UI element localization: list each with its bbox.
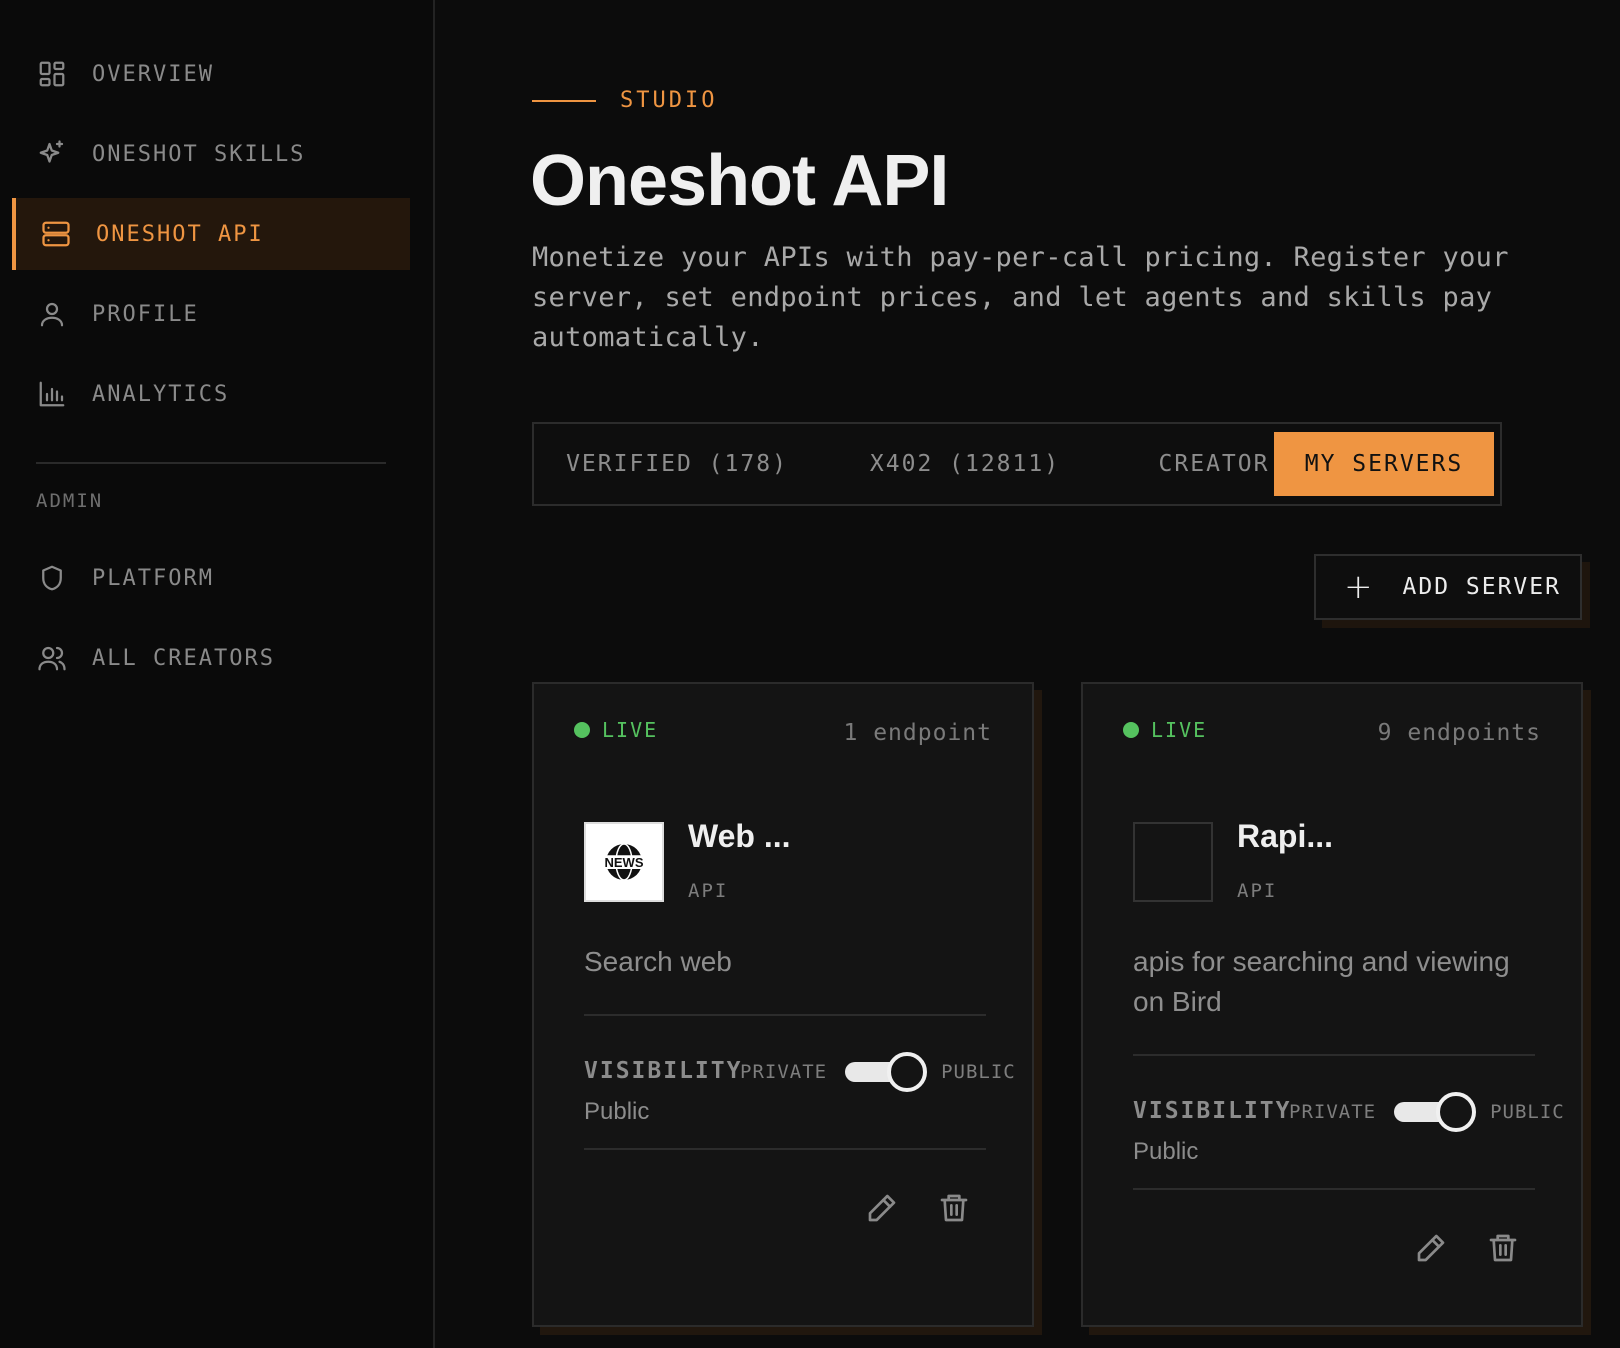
tab-x402[interactable]: X402 (12811) xyxy=(830,432,1100,496)
sidebar: OVERVIEW ONESHOT SKILLS ONESHOT API PROF… xyxy=(0,0,435,1348)
sidebar-item-oneshot-api[interactable]: ONESHOT API xyxy=(12,198,410,270)
sidebar-item-label: PROFILE xyxy=(92,301,199,327)
visibility-value: Public xyxy=(584,1098,650,1125)
add-server-button[interactable]: + ADD SERVER xyxy=(1314,554,1582,620)
plus-icon: + xyxy=(1344,567,1375,607)
edit-icon[interactable] xyxy=(864,1190,900,1226)
sidebar-item-overview[interactable]: OVERVIEW xyxy=(12,38,410,110)
card-divider xyxy=(584,1148,986,1150)
eyebrow-label: STUDIO xyxy=(620,88,718,113)
toggle-private-label: PRIVATE xyxy=(1289,1101,1377,1123)
sidebar-item-label: OVERVIEW xyxy=(92,61,214,87)
status-label: LIVE xyxy=(602,718,659,742)
server-card[interactable]: LIVE 9 endpoints Rapi... API apis for se… xyxy=(1081,682,1583,1327)
shield-icon xyxy=(36,562,68,594)
page-title: Oneshot API xyxy=(530,141,949,221)
server-type: API xyxy=(688,880,729,902)
tab-verified[interactable]: VERIFIED (178) xyxy=(542,432,812,496)
card-divider xyxy=(1133,1188,1535,1190)
server-logo-placeholder xyxy=(1133,822,1213,902)
live-dot-icon xyxy=(574,722,590,738)
sidebar-item-analytics[interactable]: ANALYTICS xyxy=(12,358,410,430)
server-name: Web ... xyxy=(688,818,791,854)
grid-icon xyxy=(36,58,68,90)
toggle-public-label: PUBLIC xyxy=(941,1061,1016,1083)
visibility-label: VISIBILITY xyxy=(584,1058,743,1084)
edit-icon[interactable] xyxy=(1413,1230,1449,1266)
server-type: API xyxy=(1237,880,1278,902)
sidebar-item-label: ANALYTICS xyxy=(92,381,230,407)
user-icon xyxy=(36,298,68,330)
toggle-private-label: PRIVATE xyxy=(740,1061,828,1083)
visibility-label: VISIBILITY xyxy=(1133,1098,1292,1124)
server-description: Search web xyxy=(584,946,732,977)
endpoint-count: 1 endpoint xyxy=(843,720,992,746)
endpoint-count: 9 endpoints xyxy=(1377,720,1541,746)
app-root: OVERVIEW ONESHOT SKILLS ONESHOT API PROF… xyxy=(0,0,1620,1348)
status-label: LIVE xyxy=(1151,718,1208,742)
card-divider xyxy=(1133,1054,1535,1056)
visibility-value: Public xyxy=(1133,1138,1199,1165)
live-dot-icon xyxy=(1123,722,1139,738)
svg-text:NEWS: NEWS xyxy=(605,855,644,870)
sidebar-item-all-creators[interactable]: ALL CREATORS xyxy=(12,622,410,694)
server-icon xyxy=(40,218,72,250)
admin-section-heading: ADMIN xyxy=(36,490,104,512)
sidebar-item-profile[interactable]: PROFILE xyxy=(12,278,410,350)
filter-tabs: VERIFIED (178) X402 (12811) CREATOR MY S… xyxy=(532,422,1502,506)
sidebar-item-oneshot-skills[interactable]: ONESHOT SKILLS xyxy=(12,118,410,190)
sidebar-item-platform[interactable]: PLATFORM xyxy=(12,542,410,614)
sidebar-divider xyxy=(36,462,386,464)
card-divider xyxy=(584,1014,986,1016)
sparkle-icon xyxy=(36,138,68,170)
status-badge: LIVE xyxy=(1123,718,1207,742)
bar-chart-icon xyxy=(36,378,68,410)
server-description: apis for searching and viewing on Bird xyxy=(1133,946,1510,1017)
sidebar-item-label: ONESHOT API xyxy=(96,221,264,247)
tab-my-servers[interactable]: MY SERVERS xyxy=(1274,432,1494,496)
add-server-label: ADD SERVER xyxy=(1402,574,1561,600)
visibility-toggle: PRIVATE PUBLIC xyxy=(1289,1092,1565,1132)
trash-icon[interactable] xyxy=(936,1190,972,1226)
visibility-toggle: PRIVATE PUBLIC xyxy=(740,1052,1016,1092)
toggle-public-label: PUBLIC xyxy=(1490,1101,1565,1123)
sidebar-item-label: PLATFORM xyxy=(92,565,214,591)
news-globe-logo-icon: NEWS xyxy=(600,843,648,881)
visibility-switch[interactable] xyxy=(845,1052,928,1092)
eyebrow-line xyxy=(532,99,596,102)
sidebar-item-label: ALL CREATORS xyxy=(92,645,275,671)
eyebrow: STUDIO xyxy=(532,88,717,113)
visibility-switch[interactable] xyxy=(1394,1092,1477,1132)
users-icon xyxy=(36,642,68,674)
server-logo: NEWS xyxy=(584,822,664,902)
sidebar-item-label: ONESHOT SKILLS xyxy=(92,141,306,167)
server-card[interactable]: LIVE 1 endpoint NEWS Web ... API Search … xyxy=(532,682,1034,1327)
status-badge: LIVE xyxy=(574,718,658,742)
page-description: Monetize your APIs with pay-per-call pri… xyxy=(532,242,1509,353)
server-name: Rapi... xyxy=(1237,818,1334,854)
trash-icon[interactable] xyxy=(1485,1230,1521,1266)
